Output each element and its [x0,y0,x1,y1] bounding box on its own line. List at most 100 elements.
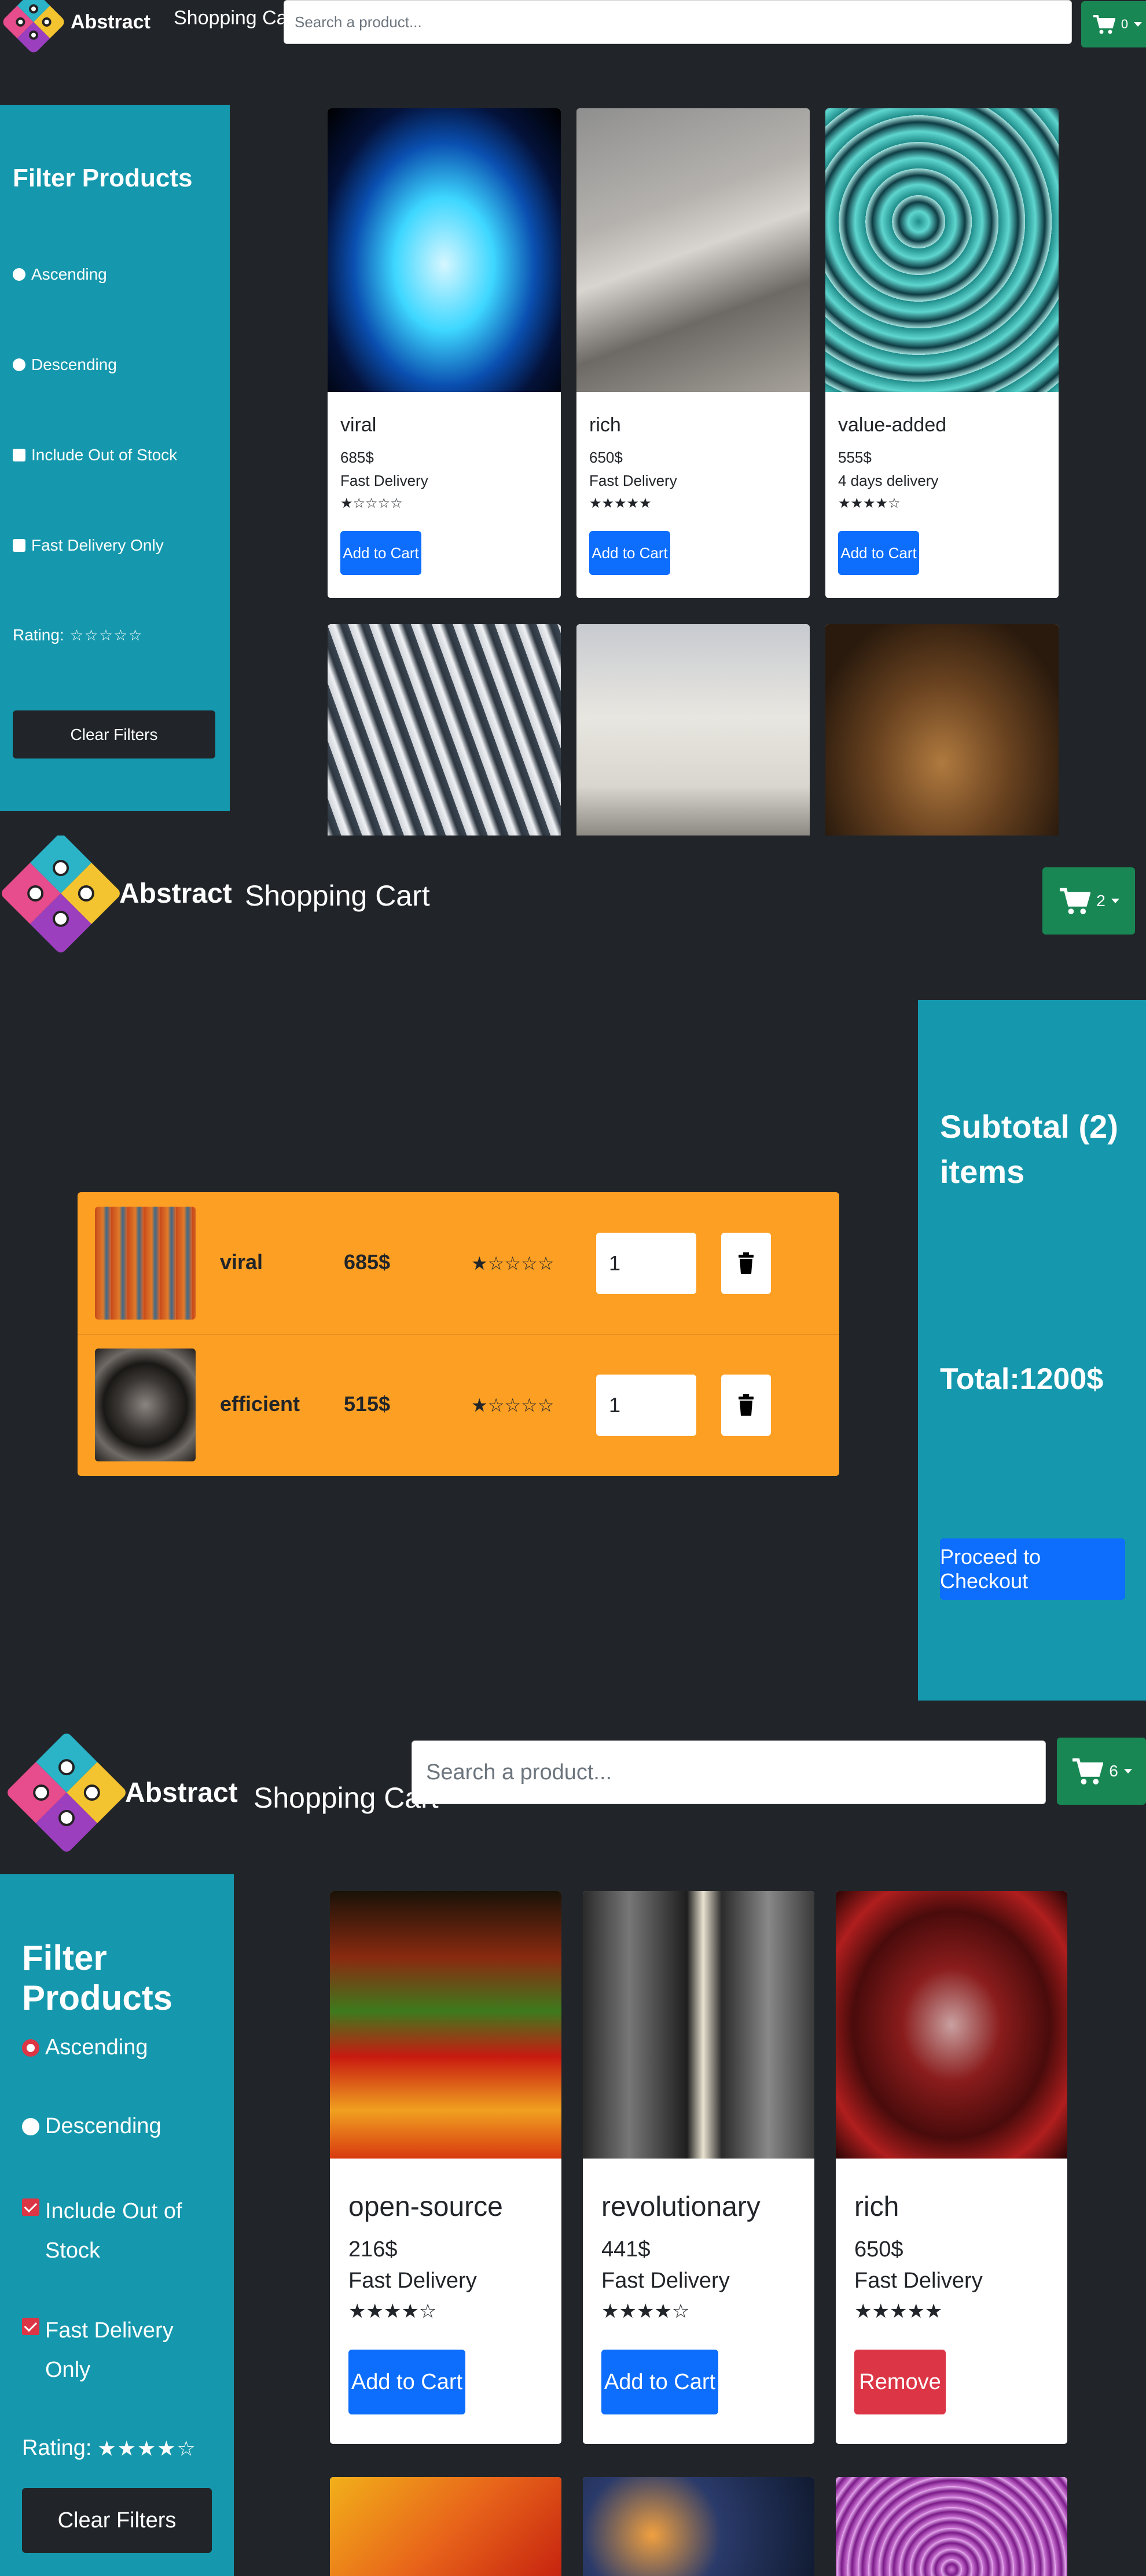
subtotal-line-1: Subtotal (2) [940,1108,1118,1145]
include-out-of-stock-option[interactable]: Include Out of Stock [22,2192,182,2271]
clear-filters-button[interactable]: Clear Filters [22,2488,212,2553]
search-placeholder: Search a product... [426,1760,612,1784]
checkout-button[interactable]: Proceed to Checkout [940,1538,1125,1600]
product-image [583,2477,814,2576]
product-rating: ★☆☆☆☆ [340,496,403,511]
delete-item-button[interactable] [721,1375,771,1436]
descending-radio[interactable] [13,358,25,371]
trash-icon [739,1252,754,1274]
delete-item-button[interactable] [721,1233,771,1294]
logo-icon [5,1731,128,1855]
product-listing-screen-2: Abstract Shopping Cart Search a product.… [0,1706,1146,2576]
rating-stars[interactable]: ☆☆☆☆☆ [70,626,144,644]
cart-item-image [95,1207,196,1320]
product-price: 216$ [348,2237,398,2262]
filter-panel: Filter Products Ascending Descending Inc… [0,1874,234,2576]
product-image [328,108,561,392]
product-delivery: Fast Delivery [854,2269,983,2293]
cart-button[interactable]: 0 [1081,1,1146,47]
product-image [825,624,1059,836]
product-card [825,624,1059,836]
product-card [328,624,561,836]
cart-icon [1058,886,1091,915]
product-card [330,2477,561,2576]
fast-delivery-checkbox[interactable] [22,2318,39,2335]
product-image [583,1891,814,2159]
ascending-radio[interactable] [22,2039,39,2057]
quantity-input[interactable]: 1 [596,1375,696,1436]
trash-icon [739,1394,754,1416]
search-input[interactable]: Search a product... [412,1740,1046,1804]
filter-title: Filter Products [13,164,193,192]
product-rating: ★★★★★ [589,496,652,511]
nav-title[interactable]: Shopping Cart [245,879,430,913]
caret-down-icon [1111,899,1119,903]
product-delivery: Fast Delivery [340,472,428,489]
nav-title[interactable]: Shopping Cart [254,1781,439,1815]
product-name: rich [854,2192,899,2222]
cart-count: 0 [1121,17,1129,31]
nav-title[interactable]: Shopping Cart [174,7,299,30]
fast-delivery-line-2: Only [45,2358,91,2383]
add-to-cart-button[interactable]: Add to Cart [601,2350,718,2414]
total-label: Total:1200$ [940,1362,1104,1396]
descending-label: Descending [45,2114,161,2138]
ascending-label: Ascending [31,265,107,283]
rating-label: Rating: [13,626,64,644]
filter-title: Filter Products [22,1939,173,2017]
include-line-2: Stock [45,2238,101,2263]
product-delivery: 4 days delivery [838,472,939,489]
product-image [836,2477,1067,2576]
product-delivery: Fast Delivery [348,2269,477,2293]
product-image [825,108,1059,392]
fast-delivery-option[interactable]: Fast Delivery Only [13,536,164,555]
clear-filters-button[interactable]: Clear Filters [13,710,215,758]
add-to-cart-button[interactable]: Add to Cart [589,531,670,575]
cart-item-name: viral [220,1250,263,1274]
product-image [836,1891,1067,2159]
fast-delivery-checkbox[interactable] [13,539,25,552]
include-out-of-stock-checkbox[interactable] [13,449,25,461]
include-out-of-stock-checkbox[interactable] [22,2198,39,2216]
brand-logo[interactable]: Abstract [1,0,150,55]
include-out-of-stock-label: Include Out of Stock [31,446,178,464]
descending-option[interactable]: Descending [13,356,117,374]
add-to-cart-button[interactable]: Add to Cart [340,531,421,575]
navbar: Abstract Shopping Cart 2 [0,836,1146,969]
fast-delivery-option[interactable]: Fast Delivery Only [22,2311,174,2390]
descending-label: Descending [31,356,117,373]
product-image [576,108,810,392]
add-to-cart-button[interactable]: Add to Cart [838,531,919,575]
product-rating: ★★★★★ [854,2300,943,2322]
search-input[interactable]: Search a product... [284,0,1072,44]
product-card [836,2477,1067,2576]
descending-radio[interactable] [22,2117,39,2135]
brand-logo[interactable]: Abstract [0,836,232,955]
cart-item-image [95,1349,196,1461]
remove-from-cart-button[interactable]: Remove [854,2350,946,2414]
navbar: Abstract Shopping Cart Search a product.… [0,0,1146,55]
include-out-of-stock-option[interactable]: Include Out of Stock [13,446,177,464]
ascending-option[interactable]: Ascending [22,2035,148,2060]
descending-option[interactable]: Descending [22,2114,161,2139]
cart-button[interactable]: 2 [1042,867,1135,935]
product-listing-screen-1: Abstract Shopping Cart Search a product.… [0,0,1146,836]
product-rating: ★★★★☆ [348,2300,437,2322]
cart-button[interactable]: 6 [1057,1738,1146,1805]
ascending-option[interactable]: Ascending [13,265,107,284]
product-card: revolutionary 441$ Fast Delivery ★★★★☆ A… [583,1891,814,2444]
product-rating: ★★★★☆ [838,496,901,511]
brand-logo[interactable]: Abstract [5,1731,238,1855]
add-to-cart-button[interactable]: Add to Cart [348,2350,465,2414]
product-card [576,624,810,836]
ascending-label: Ascending [45,2035,148,2060]
brand-name: Abstract [119,878,232,909]
rating-label: Rating: [22,2436,92,2460]
fast-delivery-label: Fast Delivery Only [45,2311,174,2390]
quantity-input[interactable]: 1 [596,1233,696,1294]
rating-filter: Rating: ★★★★☆ [22,2436,197,2461]
rating-stars[interactable]: ★★★★☆ [97,2436,196,2461]
ascending-radio[interactable] [13,268,25,281]
product-delivery: Fast Delivery [601,2269,730,2293]
product-price: 555$ [838,449,872,466]
